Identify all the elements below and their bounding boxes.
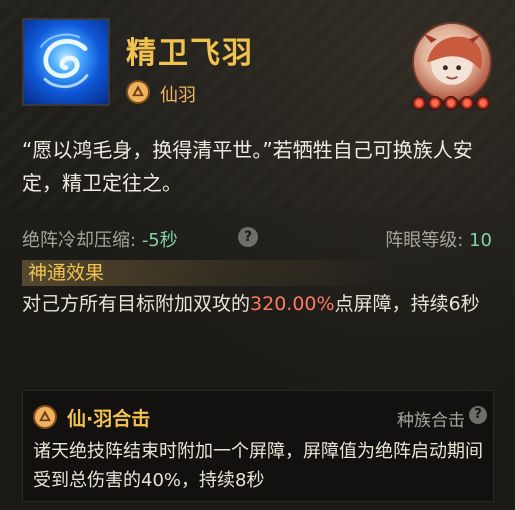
cooldown-value: -5秒	[141, 230, 178, 251]
water-swirl-icon	[22, 18, 110, 106]
effect-text-after: 点屏障，持续6秒	[334, 293, 480, 315]
help-icon[interactable]: ?	[238, 227, 258, 247]
skill-quote: “愿以鸿毛身，换得清平世。”若牺牲自己可换族人安定，精卫定往之。	[22, 138, 473, 195]
cooldown-label: 绝阵冷却压缩:	[22, 230, 137, 251]
effect-text-before: 对己方所有目标附加双攻的	[22, 293, 251, 315]
xian-faction-icon	[126, 80, 150, 104]
eye-level-value: 10	[469, 230, 492, 251]
xian-faction-icon	[33, 405, 57, 429]
combo-title: 仙·羽合击	[67, 408, 151, 430]
stat-row: 绝阵冷却压缩: -5秒 ? 阵眼等级: 10	[22, 226, 492, 254]
effect-highlight-value: 320.00%	[250, 293, 335, 315]
skill-title: 精卫飞羽	[126, 36, 254, 71]
star-icon	[444, 96, 458, 110]
combo-skill-box: 仙·羽合击 种族合击 ? 诸天绝技阵结束时附加一个屏障，屏障值为绝阵启动期间受到…	[22, 390, 494, 502]
character-portrait-avatar[interactable]	[412, 22, 492, 102]
star-rating	[412, 96, 502, 110]
eye-level-stat: 阵眼等级: 10	[385, 226, 492, 252]
star-icon	[476, 96, 490, 110]
effect-section-header: 神通效果	[22, 260, 492, 286]
star-icon	[412, 96, 426, 110]
cooldown-stat: 绝阵冷却压缩: -5秒	[22, 226, 178, 252]
skill-tooltip-panel: 精卫飞羽 仙羽 “愿以鸿毛身，换得清平世。”若牺牲自己可换族人安定，精卫定往之。…	[0, 0, 515, 510]
star-icon	[460, 96, 474, 110]
effect-description: 对己方所有目标附加双攻的320.00%点屏障，持续6秒	[22, 288, 498, 321]
combo-tag: 种族合击	[397, 411, 465, 431]
eye-level-label: 阵眼等级:	[385, 230, 464, 251]
combo-description: 诸天绝技阵结束时附加一个屏障，屏障值为绝阵启动期间受到总伤害的40%，持续8秒	[33, 441, 483, 491]
faction-label: 仙羽	[160, 85, 196, 106]
star-icon	[428, 96, 442, 110]
help-icon[interactable]: ?	[469, 406, 487, 424]
